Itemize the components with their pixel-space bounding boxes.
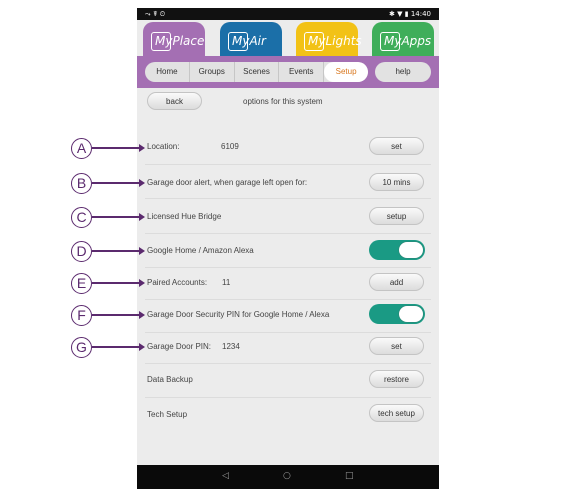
data-backup-label: Data Backup: [147, 375, 193, 384]
garage-security-pin-toggle[interactable]: [369, 304, 425, 324]
app-tab-name: Place: [172, 34, 205, 48]
section-tabs: Home Groups Scenes Events Setup: [145, 62, 368, 82]
google-alexa-label: Google Home / Amazon Alexa: [147, 246, 254, 255]
toggle-knob: [399, 306, 423, 322]
home-nav-icon[interactable]: ○: [283, 471, 291, 481]
google-alexa-toggle[interactable]: [369, 240, 425, 260]
app-tab-name: Lights: [325, 34, 362, 48]
callout-arrowhead: [139, 213, 145, 221]
callout-arrowhead: [139, 311, 145, 319]
add-account-button[interactable]: add: [369, 273, 424, 291]
location-set-button[interactable]: set: [369, 137, 424, 155]
tab-home[interactable]: Home: [145, 62, 190, 82]
app-tab-my: My: [384, 34, 402, 48]
garage-pin-value: 1234: [222, 342, 240, 351]
app-tab-mylights[interactable]: MyLights: [296, 22, 362, 56]
app-tab-my: My: [155, 34, 173, 48]
tablet-screen: ⤳ ☤ ⏲ ✱ ▼ ▮ 14:40 MyPlace MyAir MyLights…: [137, 8, 439, 489]
tech-setup-button[interactable]: tech setup: [369, 404, 424, 422]
paired-accounts-value: 11: [222, 278, 231, 287]
divider: [145, 267, 431, 268]
callout-arrow: [92, 314, 140, 316]
location-label: Location:: [147, 142, 180, 151]
callout-c: C: [71, 207, 92, 228]
tab-setup[interactable]: Setup: [324, 62, 368, 82]
callout-arrow: [92, 182, 140, 184]
tech-setup-label: Tech Setup: [147, 410, 188, 419]
divider: [145, 233, 431, 234]
toggle-knob: [399, 242, 423, 258]
app-tab-name: Apps: [401, 34, 432, 48]
callout-arrowhead: [139, 179, 145, 187]
tab-groups[interactable]: Groups: [190, 62, 235, 82]
page-title: options for this system: [243, 97, 323, 106]
garage-alert-label: Garage door alert, when garage left open…: [147, 178, 308, 187]
status-icons-left: ⤳ ☤ ⏲: [145, 10, 166, 18]
tab-scenes[interactable]: Scenes: [235, 62, 280, 82]
garage-pin-label: Garage Door PIN:: [147, 342, 212, 351]
app-tabs: MyPlace MyAir MyLights MyApps: [137, 20, 439, 56]
callout-arrow: [92, 282, 140, 284]
garage-security-pin-label: Garage Door Security PIN for Google Home…: [147, 310, 330, 319]
callout-arrowhead: [139, 279, 145, 287]
system-navigation-bar: ◁ ○ □: [137, 465, 439, 489]
callout-b: B: [71, 173, 92, 194]
garage-alert-duration-button[interactable]: 10 mins: [369, 173, 424, 191]
app-tab-myapps[interactable]: MyApps: [372, 22, 434, 56]
help-button[interactable]: help: [375, 62, 431, 82]
callout-arrow: [92, 250, 140, 252]
callout-d: D: [71, 241, 92, 262]
recents-nav-icon[interactable]: □: [345, 471, 354, 481]
divider: [145, 299, 431, 300]
callout-arrowhead: [139, 343, 145, 351]
back-button[interactable]: back: [147, 92, 202, 110]
divider: [145, 164, 431, 165]
callout-a: A: [71, 138, 92, 159]
callout-f: F: [71, 305, 92, 326]
status-time: 14:40: [410, 10, 431, 18]
app-tab-myplace[interactable]: MyPlace: [143, 22, 205, 56]
location-value: 6109: [221, 142, 239, 151]
callout-arrowhead: [139, 247, 145, 255]
status-bar: ⤳ ☤ ⏲ ✱ ▼ ▮ 14:40: [137, 8, 439, 20]
hue-bridge-label: Licensed Hue Bridge: [147, 212, 222, 221]
paired-accounts-label: Paired Accounts:: [147, 278, 208, 287]
restore-button[interactable]: restore: [369, 370, 424, 388]
callout-arrow: [92, 147, 140, 149]
divider: [145, 363, 431, 364]
status-icons: ✱ ▼ ▮: [389, 10, 409, 18]
callout-arrow: [92, 346, 140, 348]
callout-e: E: [71, 273, 92, 294]
app-tab-myair[interactable]: MyAir: [220, 22, 282, 56]
status-icons-right: ✱ ▼ ▮ 14:40: [389, 8, 431, 20]
app-tab-my: My: [308, 34, 326, 48]
app-tab-my: My: [232, 34, 250, 48]
app-tab-name: Air: [249, 34, 266, 48]
divider: [145, 198, 431, 199]
garage-pin-set-button[interactable]: set: [369, 337, 424, 355]
tab-events[interactable]: Events: [279, 62, 325, 82]
back-nav-icon[interactable]: ◁: [222, 471, 229, 481]
callout-g: G: [71, 337, 92, 358]
divider: [145, 332, 431, 333]
callout-arrowhead: [139, 144, 145, 152]
callout-arrow: [92, 216, 140, 218]
hue-bridge-setup-button[interactable]: setup: [369, 207, 424, 225]
divider: [145, 397, 431, 398]
section-nav-bar: Home Groups Scenes Events Setup help: [137, 56, 439, 88]
